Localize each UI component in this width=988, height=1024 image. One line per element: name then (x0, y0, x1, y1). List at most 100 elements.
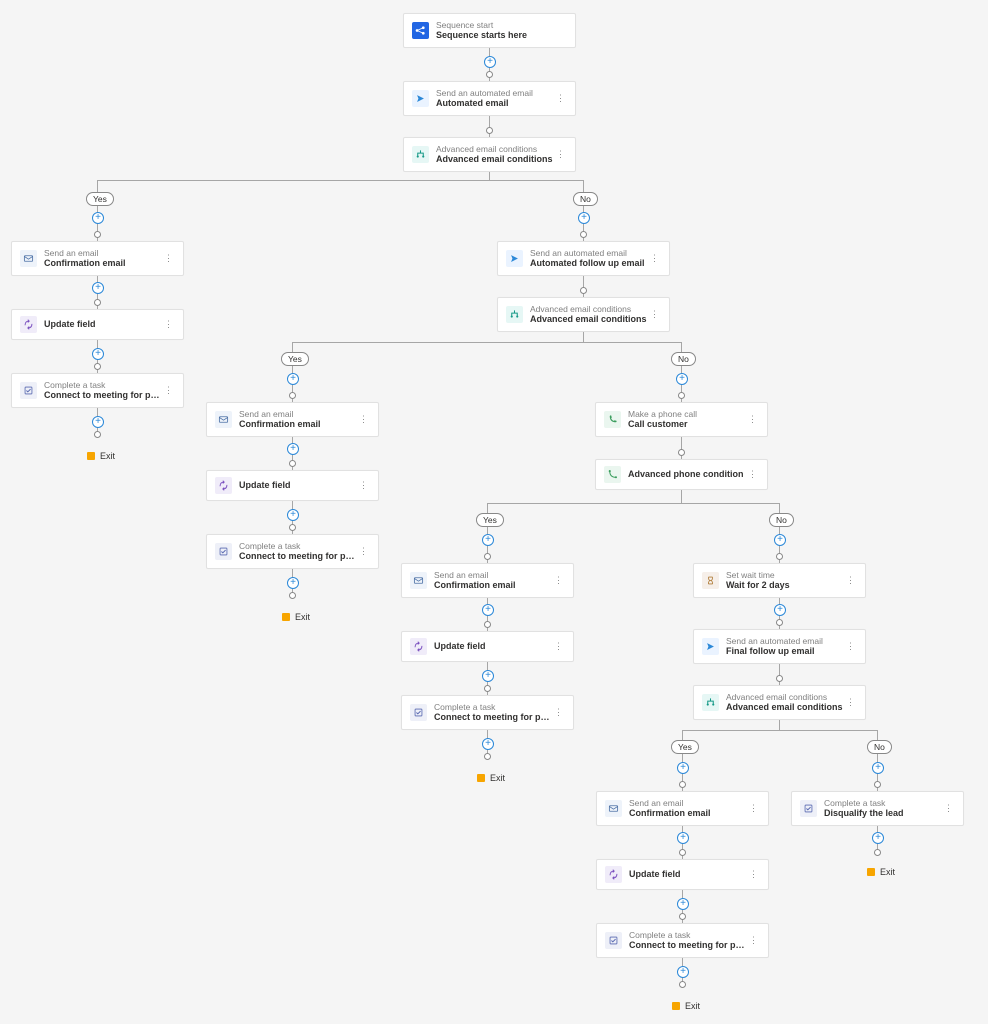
email-icon (410, 572, 427, 589)
more-button[interactable]: ⋮ (747, 935, 760, 946)
node-disqualify[interactable]: Complete a task Disqualify the lead ⋮ (791, 791, 964, 826)
connector-dot (874, 849, 881, 856)
connector-dot (679, 913, 686, 920)
add-step-button[interactable]: + (872, 832, 884, 844)
node-subtitle: Send an automated email (436, 88, 554, 98)
node-task-d[interactable]: Complete a task Connect to meeting for p… (596, 923, 769, 958)
node-confirmation-email-b[interactable]: Send an email Confirmation email ⋮ (206, 402, 379, 437)
node-wait[interactable]: Set wait time Wait for 2 days ⋮ (693, 563, 866, 598)
add-step-button[interactable]: + (287, 509, 299, 521)
add-step-button[interactable]: + (677, 898, 689, 910)
add-step-button[interactable]: + (677, 966, 689, 978)
node-condition-3[interactable]: Advanced email conditions Advanced email… (693, 685, 866, 720)
more-button[interactable]: ⋮ (747, 803, 760, 814)
add-step-button[interactable]: + (774, 534, 786, 546)
branch-no: No (671, 352, 696, 366)
add-step-button[interactable]: + (482, 534, 494, 546)
more-button[interactable]: ⋮ (648, 309, 661, 320)
add-step-button[interactable]: + (774, 604, 786, 616)
node-call-customer[interactable]: Make a phone call Call customer ⋮ (595, 402, 768, 437)
connector (779, 503, 780, 513)
node-update-field-d[interactable]: Update field ⋮ (596, 859, 769, 890)
add-step-button[interactable]: + (677, 832, 689, 844)
add-step-button[interactable]: + (482, 670, 494, 682)
exit-label: Exit (685, 1001, 700, 1011)
more-button[interactable]: ⋮ (552, 707, 565, 718)
connector-dot (289, 392, 296, 399)
flow-canvas[interactable]: Sequence start Sequence starts here + Se… (0, 0, 988, 1024)
add-step-button[interactable]: + (482, 604, 494, 616)
node-task-c[interactable]: Complete a task Connect to meeting for p… (401, 695, 574, 730)
more-button[interactable]: ⋮ (552, 575, 565, 586)
node-subtitle: Send an email (434, 570, 552, 580)
node-automated-followup[interactable]: Send an automated email Automated follow… (497, 241, 670, 276)
task-icon (215, 543, 232, 560)
node-update-field-a[interactable]: Update field ⋮ (11, 309, 184, 340)
more-button[interactable]: ⋮ (554, 149, 567, 160)
node-confirmation-email-d[interactable]: Send an email Confirmation email ⋮ (596, 791, 769, 826)
connector (877, 730, 878, 740)
node-subtitle: Complete a task (824, 798, 942, 808)
task-icon (410, 704, 427, 721)
automated-email-icon (506, 250, 523, 267)
email-icon (215, 411, 232, 428)
node-title: Update field (44, 319, 162, 330)
more-button[interactable]: ⋮ (552, 641, 565, 652)
add-step-button[interactable]: + (92, 212, 104, 224)
task-icon (800, 800, 817, 817)
add-step-button[interactable]: + (287, 443, 299, 455)
node-subtitle: Complete a task (239, 541, 357, 551)
add-step-button[interactable]: + (92, 282, 104, 294)
node-phone-condition[interactable]: Advanced phone condition ⋮ (595, 459, 768, 490)
node-final-followup[interactable]: Send an automated email Final follow up … (693, 629, 866, 664)
task-icon (20, 382, 37, 399)
more-button[interactable]: ⋮ (357, 414, 370, 425)
node-sequence-start[interactable]: Sequence start Sequence starts here (403, 13, 576, 48)
node-update-field-b[interactable]: Update field ⋮ (206, 470, 379, 501)
node-subtitle: Send an automated email (726, 636, 844, 646)
more-button[interactable]: ⋮ (162, 385, 175, 396)
add-step-button[interactable]: + (287, 577, 299, 589)
more-button[interactable]: ⋮ (844, 575, 857, 586)
node-subtitle: Send an automated email (530, 248, 648, 258)
node-confirmation-email-a[interactable]: Send an email Confirmation email ⋮ (11, 241, 184, 276)
more-button[interactable]: ⋮ (747, 869, 760, 880)
branch-no: No (867, 740, 892, 754)
node-automated-email[interactable]: Send an automated email Automated email … (403, 81, 576, 116)
node-update-field-c[interactable]: Update field ⋮ (401, 631, 574, 662)
node-title: Advanced email conditions (436, 154, 554, 165)
node-confirmation-email-c[interactable]: Send an email Confirmation email ⋮ (401, 563, 574, 598)
more-button[interactable]: ⋮ (554, 93, 567, 104)
add-step-button[interactable]: + (677, 762, 689, 774)
add-step-button[interactable]: + (676, 373, 688, 385)
more-button[interactable]: ⋮ (162, 253, 175, 264)
more-button[interactable]: ⋮ (746, 414, 759, 425)
add-step-button[interactable]: + (287, 373, 299, 385)
node-task-b[interactable]: Complete a task Connect to meeting for p… (206, 534, 379, 569)
more-button[interactable]: ⋮ (844, 697, 857, 708)
add-step-button[interactable]: + (872, 762, 884, 774)
add-step-button[interactable]: + (578, 212, 590, 224)
more-button[interactable]: ⋮ (357, 480, 370, 491)
update-icon (20, 316, 37, 333)
more-button[interactable]: ⋮ (746, 469, 759, 480)
more-button[interactable]: ⋮ (162, 319, 175, 330)
node-title: Wait for 2 days (726, 580, 844, 591)
node-subtitle: Complete a task (629, 930, 747, 940)
node-title: Advanced email conditions (530, 314, 648, 325)
node-task-a[interactable]: Complete a task Connect to meeting for p… (11, 373, 184, 408)
node-title: Update field (434, 641, 552, 652)
more-button[interactable]: ⋮ (844, 641, 857, 652)
phone-condition-icon (604, 466, 621, 483)
node-condition-2[interactable]: Advanced email conditions Advanced email… (497, 297, 670, 332)
more-button[interactable]: ⋮ (648, 253, 661, 264)
connector-dot (679, 781, 686, 788)
add-step-button[interactable]: + (484, 56, 496, 68)
node-condition-1[interactable]: Advanced email conditions Advanced email… (403, 137, 576, 172)
more-button[interactable]: ⋮ (942, 803, 955, 814)
add-step-button[interactable]: + (92, 416, 104, 428)
more-button[interactable]: ⋮ (357, 546, 370, 557)
node-title: Automated email (436, 98, 554, 109)
add-step-button[interactable]: + (482, 738, 494, 750)
add-step-button[interactable]: + (92, 348, 104, 360)
